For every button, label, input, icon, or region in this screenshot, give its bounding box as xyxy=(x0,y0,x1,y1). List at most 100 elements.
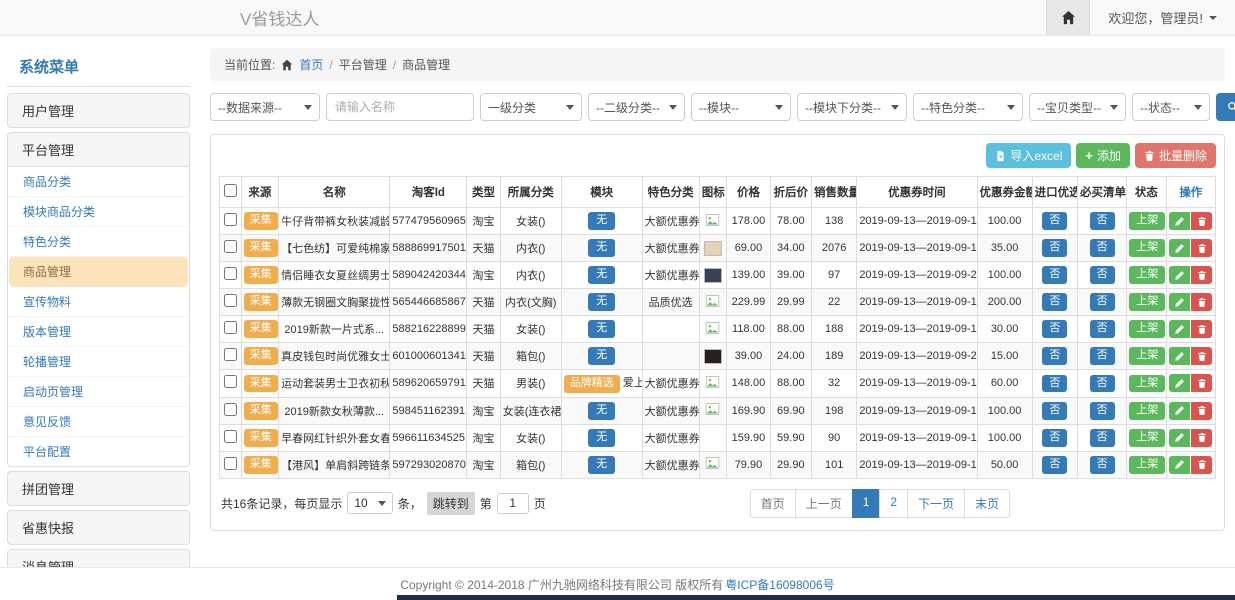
row-checkbox[interactable] xyxy=(224,348,237,361)
edit-button[interactable] xyxy=(1169,402,1190,420)
sidebar-group-groupbuy[interactable]: 拼团管理 xyxy=(7,471,190,506)
edit-button[interactable] xyxy=(1169,320,1190,338)
page-button-page-2[interactable]: 2 xyxy=(879,489,908,518)
import-select-toggle[interactable]: 否 xyxy=(1042,375,1067,393)
filter-select-module-subcategory[interactable]: --模块下分类-- xyxy=(797,93,907,121)
filter-select-level2-category[interactable]: --二级分类-- xyxy=(588,93,685,121)
module-badge[interactable]: 无 xyxy=(588,266,615,284)
must-buy-toggle[interactable]: 否 xyxy=(1090,429,1115,447)
page-jump-input[interactable] xyxy=(497,493,529,514)
row-checkbox[interactable] xyxy=(224,375,237,388)
module-badge[interactable]: 无 xyxy=(588,212,615,230)
breadcrumb-home-link[interactable]: 首页 xyxy=(299,56,323,73)
status-toggle[interactable]: 上架 xyxy=(1129,320,1165,338)
page-button-page-1[interactable]: 1 xyxy=(852,489,881,518)
delete-button[interactable] xyxy=(1191,429,1212,447)
edit-button[interactable] xyxy=(1169,456,1190,474)
row-checkbox[interactable] xyxy=(224,430,237,443)
delete-button[interactable] xyxy=(1191,212,1212,230)
sidebar-group-message[interactable]: 消息管理 xyxy=(7,549,190,567)
row-checkbox[interactable] xyxy=(224,213,237,226)
delete-button[interactable] xyxy=(1191,239,1212,257)
status-toggle[interactable]: 上架 xyxy=(1129,293,1165,311)
select-all-checkbox[interactable] xyxy=(224,184,237,197)
must-buy-toggle[interactable]: 否 xyxy=(1090,239,1115,257)
filter-select-feature-category[interactable]: --特色分类-- xyxy=(913,93,1023,121)
page-button-last[interactable]: 末页 xyxy=(964,489,1010,518)
filter-select-data-source[interactable]: --数据来源-- xyxy=(210,93,320,121)
status-toggle[interactable]: 上架 xyxy=(1129,456,1165,474)
must-buy-toggle[interactable]: 否 xyxy=(1090,375,1115,393)
import-select-toggle[interactable]: 否 xyxy=(1042,212,1067,230)
import-select-toggle[interactable]: 否 xyxy=(1042,293,1067,311)
status-toggle[interactable]: 上架 xyxy=(1129,239,1165,257)
must-buy-toggle[interactable]: 否 xyxy=(1090,320,1115,338)
must-buy-toggle[interactable]: 否 xyxy=(1090,456,1115,474)
search-button[interactable]: 查询 xyxy=(1216,93,1235,121)
row-checkbox[interactable] xyxy=(224,321,237,334)
status-toggle[interactable]: 上架 xyxy=(1129,402,1165,420)
row-checkbox[interactable] xyxy=(224,294,237,307)
module-badge[interactable]: 无 xyxy=(588,347,615,365)
delete-button[interactable] xyxy=(1191,320,1212,338)
delete-button[interactable] xyxy=(1191,266,1212,284)
import-excel-button[interactable]: 导入excel xyxy=(986,143,1071,168)
filter-select-item-type[interactable]: --宝贝类型-- xyxy=(1029,93,1126,121)
module-badge[interactable]: 品牌精选 xyxy=(564,375,620,393)
sidebar-item[interactable]: 商品管理 xyxy=(9,257,188,287)
import-select-toggle[interactable]: 否 xyxy=(1042,347,1067,365)
per-page-select[interactable]: 10 xyxy=(347,492,392,514)
import-select-toggle[interactable]: 否 xyxy=(1042,320,1067,338)
edit-button[interactable] xyxy=(1169,374,1190,392)
status-toggle[interactable]: 上架 xyxy=(1129,212,1165,230)
must-buy-toggle[interactable]: 否 xyxy=(1090,402,1115,420)
module-badge[interactable]: 无 xyxy=(588,456,615,474)
edit-button[interactable] xyxy=(1169,212,1190,230)
import-select-toggle[interactable]: 否 xyxy=(1042,429,1067,447)
module-badge[interactable]: 无 xyxy=(588,293,615,311)
name-search-input[interactable] xyxy=(326,93,474,121)
status-toggle[interactable]: 上架 xyxy=(1129,347,1165,365)
delete-button[interactable] xyxy=(1191,456,1212,474)
status-toggle[interactable]: 上架 xyxy=(1129,266,1165,284)
must-buy-toggle[interactable]: 否 xyxy=(1090,293,1115,311)
batch-delete-button[interactable]: 批量删除 xyxy=(1135,143,1216,168)
row-checkbox[interactable] xyxy=(224,403,237,416)
jump-button[interactable]: 跳转到 xyxy=(427,492,475,515)
import-select-toggle[interactable]: 否 xyxy=(1042,456,1067,474)
edit-button[interactable] xyxy=(1169,266,1190,284)
delete-button[interactable] xyxy=(1191,402,1212,420)
row-checkbox[interactable] xyxy=(224,267,237,280)
sidebar-group-user[interactable]: 用户管理 xyxy=(7,93,190,128)
must-buy-toggle[interactable]: 否 xyxy=(1090,266,1115,284)
delete-button[interactable] xyxy=(1191,374,1212,392)
module-badge[interactable]: 无 xyxy=(588,320,615,338)
home-button[interactable] xyxy=(1046,0,1090,35)
edit-button[interactable] xyxy=(1169,347,1190,365)
delete-button[interactable] xyxy=(1191,347,1212,365)
sidebar-item[interactable]: 轮播管理 xyxy=(9,347,188,377)
must-buy-toggle[interactable]: 否 xyxy=(1090,347,1115,365)
filter-select-module[interactable]: --模块-- xyxy=(691,93,791,121)
edit-button[interactable] xyxy=(1169,239,1190,257)
status-toggle[interactable]: 上架 xyxy=(1129,375,1165,393)
sidebar-group-platform[interactable]: 平台管理 xyxy=(7,132,190,167)
page-button-first[interactable]: 首页 xyxy=(750,489,796,518)
page-button-next[interactable]: 下一页 xyxy=(907,489,965,518)
import-select-toggle[interactable]: 否 xyxy=(1042,266,1067,284)
sidebar-item[interactable]: 模块商品分类 xyxy=(9,197,188,227)
sidebar-item[interactable]: 启动页管理 xyxy=(9,377,188,407)
add-button[interactable]: + 添加 xyxy=(1076,143,1130,168)
status-toggle[interactable]: 上架 xyxy=(1129,429,1165,447)
import-select-toggle[interactable]: 否 xyxy=(1042,239,1067,257)
import-select-toggle[interactable]: 否 xyxy=(1042,402,1067,420)
sidebar-item[interactable]: 商品分类 xyxy=(9,167,188,197)
filter-select-level1-category[interactable]: 一级分类 xyxy=(480,93,582,121)
icp-link[interactable]: 粤ICP备16098006号 xyxy=(725,576,834,593)
module-badge[interactable]: 无 xyxy=(588,429,615,447)
sidebar-item[interactable]: 版本管理 xyxy=(9,317,188,347)
user-menu[interactable]: 欢迎您，管理员! xyxy=(1090,8,1235,27)
row-checkbox[interactable] xyxy=(224,240,237,253)
module-badge[interactable]: 无 xyxy=(588,402,615,420)
sidebar-item[interactable]: 平台配置 xyxy=(9,437,188,466)
